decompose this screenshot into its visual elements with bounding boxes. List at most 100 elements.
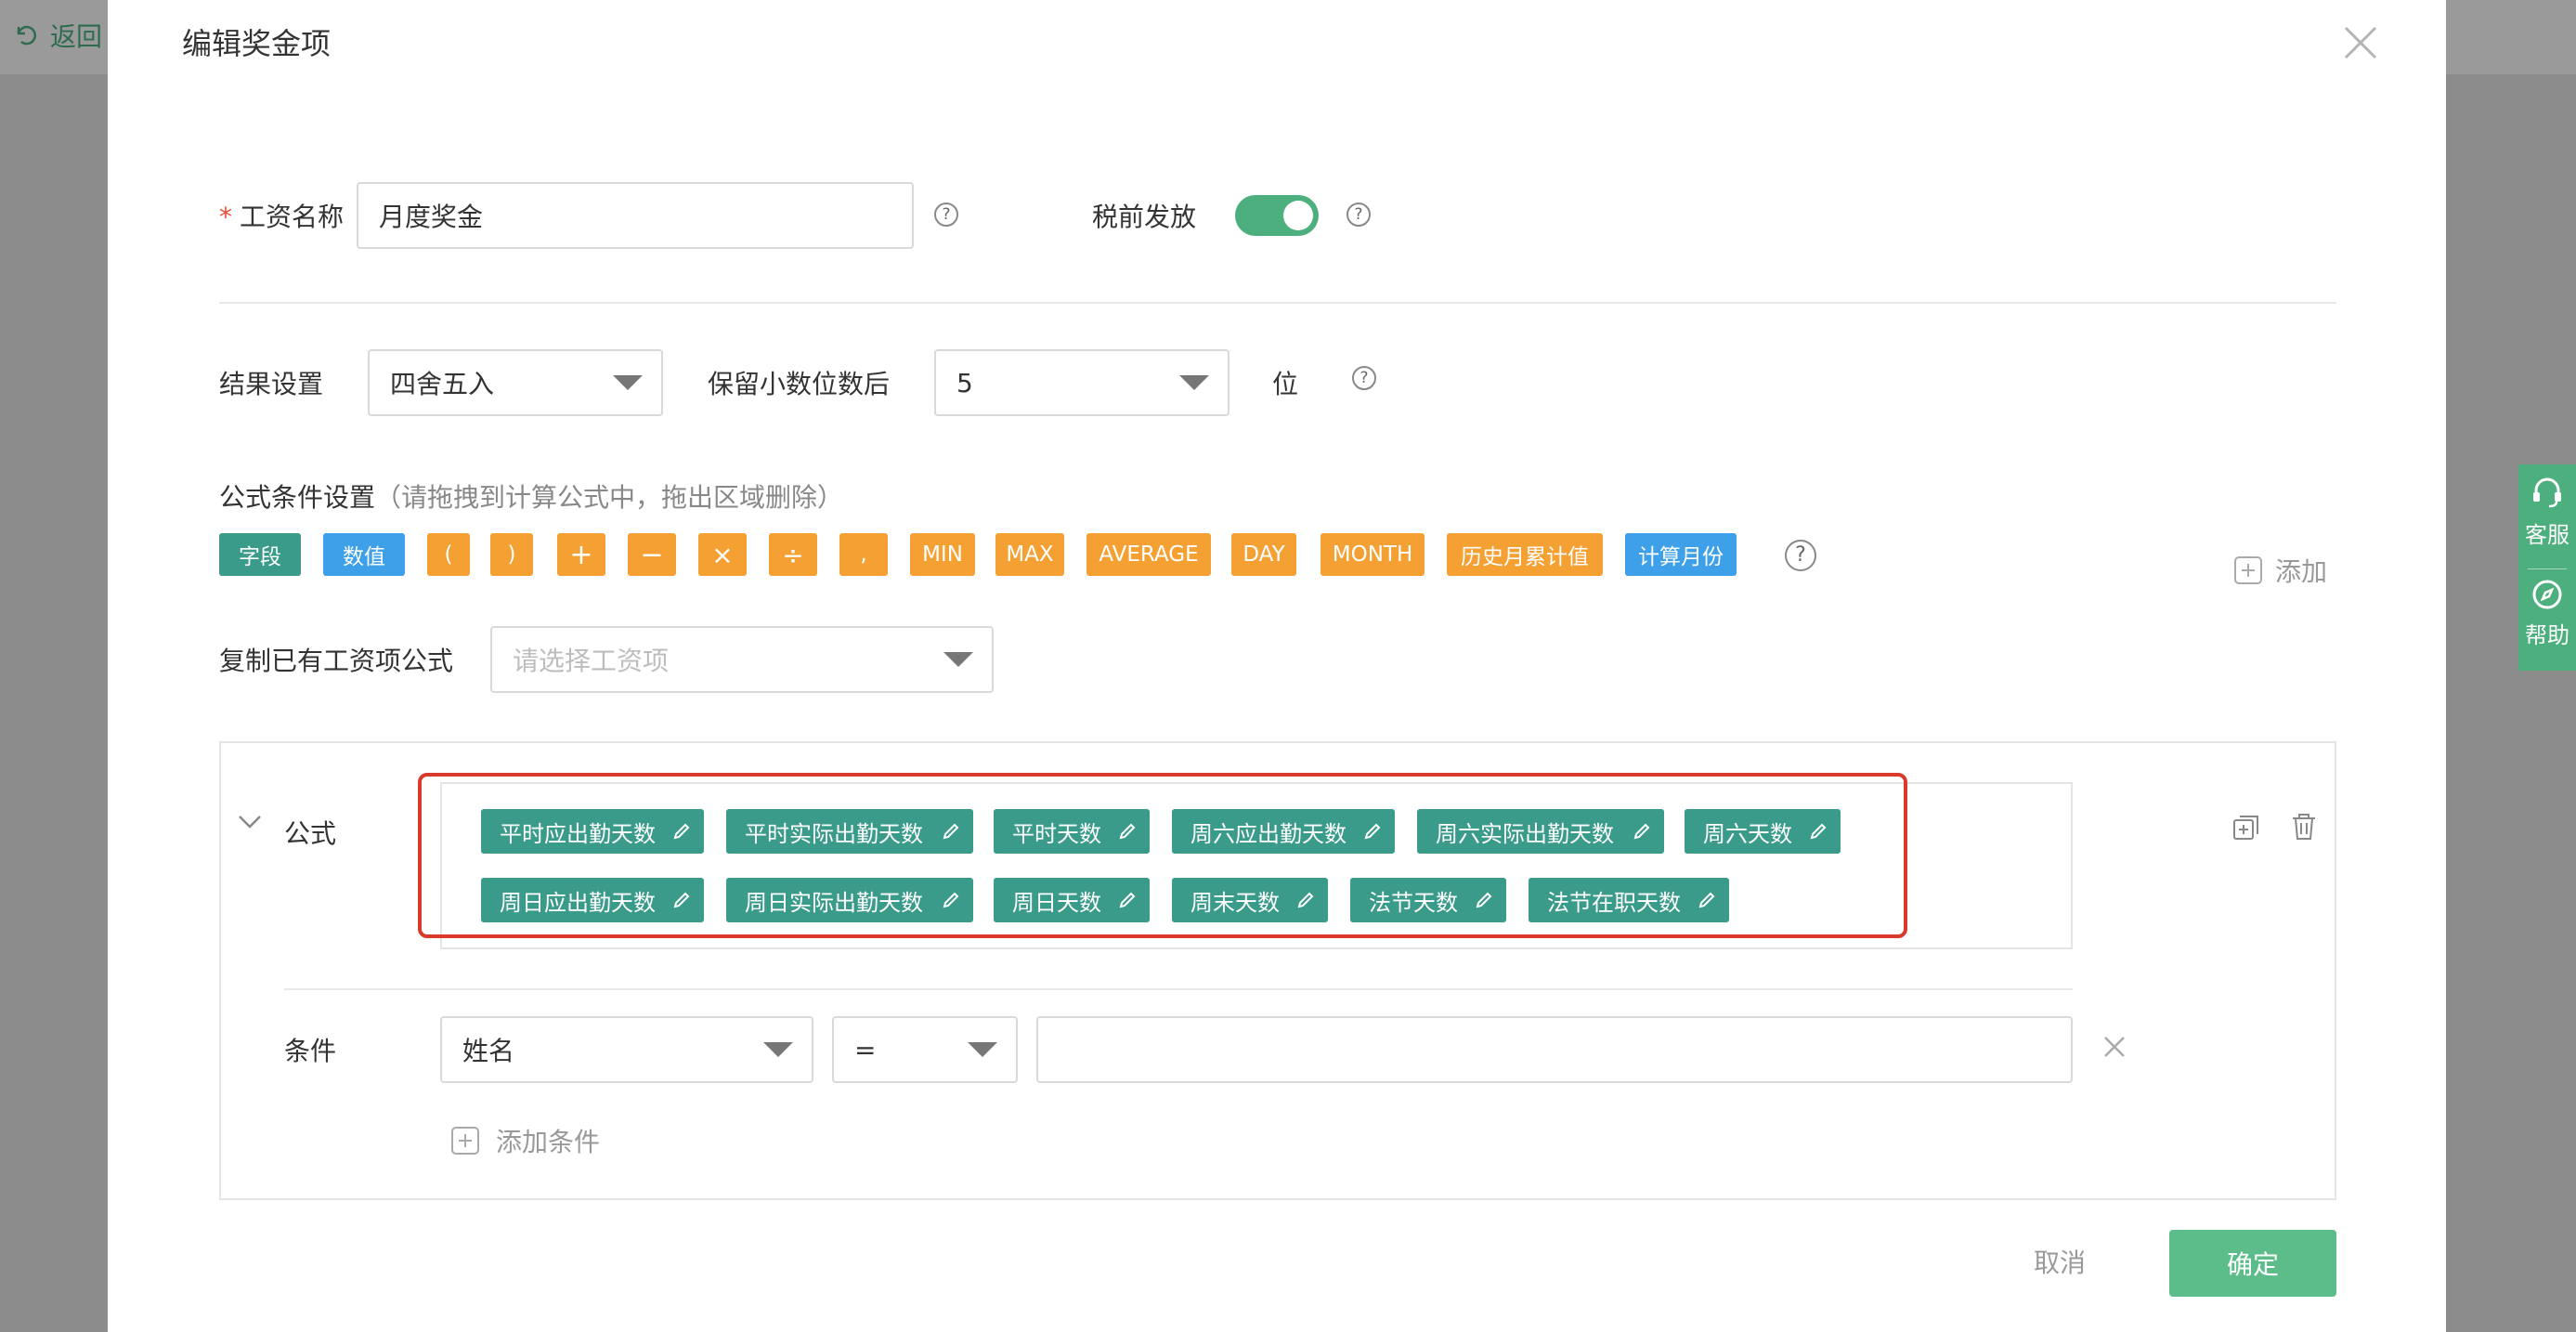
formula-tag-label: 法节天数 — [1369, 889, 1458, 916]
rounding-select[interactable]: 四舍五入 — [368, 349, 663, 416]
condition-operator-select[interactable]: = — [832, 1016, 1018, 1083]
salary-name-label-text: 工资名称 — [240, 202, 345, 232]
add-label: 添加 — [2275, 556, 2328, 587]
copy-formula-select[interactable]: 请选择工资项 — [490, 626, 994, 693]
salary-name-value: 月度奖金 — [379, 202, 484, 232]
formula-tag-label: 平时天数 — [1012, 820, 1101, 847]
salary-name-label: * 工资名称 — [219, 197, 344, 234]
copy-icon — [2233, 816, 2258, 840]
pencil-icon[interactable] — [942, 822, 960, 841]
chip-calc-month[interactable]: 计算月份 — [1625, 533, 1737, 576]
chip-close-paren[interactable]: ) — [490, 533, 533, 576]
condition-value-input[interactable] — [1036, 1016, 2073, 1083]
decimal-help-icon[interactable]: ? — [1352, 366, 1376, 390]
formula-tag[interactable]: 周六实际出勤天数 — [1417, 809, 1664, 854]
pretax-toggle[interactable] — [1235, 195, 1319, 236]
chip-multiply[interactable]: × — [698, 533, 747, 576]
chip-open-paren[interactable]: ( — [427, 533, 470, 576]
formula-tag-label: 周日应出勤天数 — [500, 889, 656, 916]
chip-average[interactable]: AVERAGE — [1086, 533, 1211, 576]
formula-condition-label: 公式条件设置（请拖拽到计算公式中，拖出区域删除） — [219, 477, 843, 515]
salary-name-help-icon[interactable]: ? — [934, 202, 958, 227]
salary-name-input[interactable]: 月度奖金 — [357, 182, 914, 249]
pencil-icon[interactable] — [1809, 822, 1828, 841]
pencil-icon[interactable] — [672, 891, 691, 909]
tax-label: 税前发放 — [1092, 202, 1197, 232]
decimal-label: 保留小数位数后 — [708, 369, 891, 399]
remove-condition-button[interactable] — [2102, 1035, 2127, 1063]
formula-tag[interactable]: 法节天数 — [1350, 878, 1506, 922]
pencil-icon[interactable] — [1118, 891, 1137, 909]
back-label: 返回 — [50, 21, 103, 52]
formula-tag-label: 法节在职天数 — [1547, 889, 1681, 916]
add-condition-button[interactable]: 添加条件 — [451, 1122, 600, 1159]
chip-max[interactable]: MAX — [995, 533, 1064, 576]
formula-tag[interactable]: 法节在职天数 — [1529, 878, 1729, 922]
help-button[interactable]: 帮助 — [2518, 578, 2576, 649]
chevron-down-icon — [613, 375, 643, 390]
pencil-icon[interactable] — [1633, 822, 1651, 841]
chip-number[interactable]: 数值 — [323, 533, 405, 576]
formula-tag[interactable]: 周末天数 — [1172, 878, 1328, 922]
formula-tag-label: 平时实际出勤天数 — [745, 820, 923, 847]
toggle-knob — [1283, 201, 1313, 230]
formula-tag[interactable]: 周六天数 — [1685, 809, 1841, 854]
pencil-icon[interactable] — [1475, 891, 1493, 909]
compass-icon — [2532, 580, 2562, 609]
condition-field-select[interactable]: 姓名 — [440, 1016, 813, 1083]
condition-field-value: 姓名 — [462, 1036, 515, 1066]
formula-tag-label: 周六天数 — [1703, 820, 1792, 847]
formula-label: 公式 — [284, 818, 337, 849]
pencil-icon[interactable] — [1363, 822, 1382, 841]
modal-title: 编辑奖金项 — [182, 26, 332, 61]
pencil-icon[interactable] — [1698, 891, 1716, 909]
formula-tag[interactable]: 周六应出勤天数 — [1172, 809, 1395, 854]
confirm-button[interactable]: 确定 — [2169, 1230, 2336, 1297]
decimal-value: 5 — [956, 367, 973, 398]
trash-icon — [2293, 814, 2315, 840]
customer-service-button[interactable]: 客服 — [2518, 474, 2576, 549]
edit-bonus-modal: 编辑奖金项 * 工资名称 月度奖金 ? 税前发放 ? 结果设置 四舍五入 保留小数… — [108, 0, 2446, 1332]
add-condition-label: 添加条件 — [496, 1127, 601, 1157]
formula-tag-label: 周日天数 — [1012, 889, 1101, 916]
decimal-select[interactable]: 5 — [934, 349, 1229, 416]
cancel-button[interactable]: 取消 — [2034, 1243, 2086, 1280]
chip-minus[interactable]: − — [628, 533, 676, 576]
close-button[interactable] — [2338, 20, 2383, 65]
pencil-icon[interactable] — [942, 891, 960, 909]
formula-tag[interactable]: 平时实际出勤天数 — [726, 809, 973, 854]
formula-tag[interactable]: 平时天数 — [994, 809, 1150, 854]
customer-service-label: 客服 — [2525, 522, 2569, 548]
formula-tag[interactable]: 周日实际出勤天数 — [726, 878, 973, 922]
plus-square-icon — [451, 1127, 479, 1155]
chip-field[interactable]: 字段 — [219, 533, 301, 576]
chip-plus[interactable]: + — [557, 533, 605, 576]
copy-formula-button[interactable] — [2232, 814, 2260, 845]
add-button[interactable]: 添加 — [2234, 552, 2327, 589]
required-mark: * — [219, 202, 232, 232]
condition-divider — [284, 988, 2073, 990]
copy-formula-placeholder: 请选择工资项 — [513, 646, 670, 676]
chip-divide[interactable]: ÷ — [769, 533, 817, 576]
delete-formula-button[interactable] — [2290, 812, 2318, 845]
formula-tag-label: 周六应出勤天数 — [1190, 820, 1347, 847]
pencil-icon[interactable] — [1118, 822, 1137, 841]
pencil-icon[interactable] — [672, 822, 691, 841]
result-setting-label: 结果设置 — [219, 369, 324, 399]
formula-help-icon[interactable]: ? — [1785, 540, 1816, 571]
formula-tag[interactable]: 周日天数 — [994, 878, 1150, 922]
formula-tag[interactable]: 平时应出勤天数 — [481, 809, 704, 854]
collapse-toggle[interactable] — [238, 814, 262, 834]
condition-label: 条件 — [284, 1036, 337, 1066]
chip-min[interactable]: MIN — [910, 533, 975, 576]
chip-month[interactable]: MONTH — [1321, 533, 1425, 576]
formula-condition-title: 公式条件设置 — [219, 482, 376, 513]
back-link[interactable]: 返回 — [13, 17, 102, 54]
chip-day[interactable]: DAY — [1231, 533, 1296, 576]
pencil-icon[interactable] — [1296, 891, 1315, 909]
chip-comma[interactable]: , — [839, 533, 888, 576]
tax-help-icon[interactable]: ? — [1347, 202, 1371, 227]
chip-history-cumulative[interactable]: 历史月累计值 — [1447, 533, 1603, 576]
formula-tag-label: 周日实际出勤天数 — [745, 889, 923, 916]
formula-tag[interactable]: 周日应出勤天数 — [481, 878, 704, 922]
